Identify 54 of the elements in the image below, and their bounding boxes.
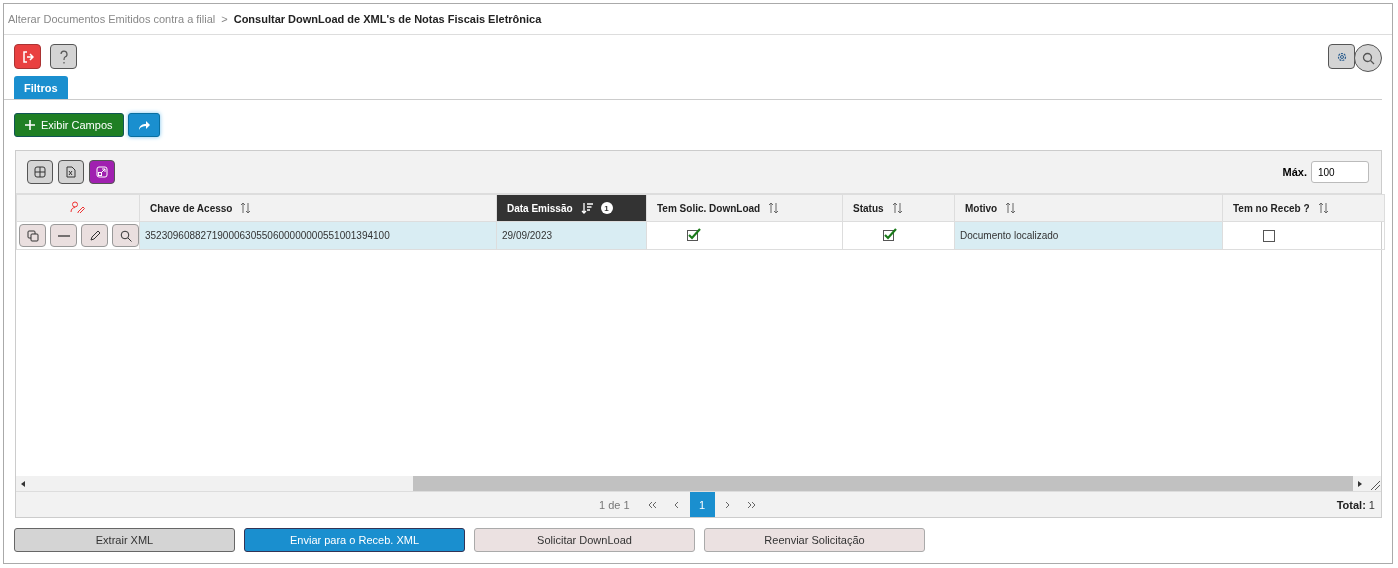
settings-button[interactable] [1328,44,1355,69]
pencil-icon [88,229,101,242]
action-button[interactable]: Enviar para o Receb. XML [244,528,465,552]
horizontal-scrollbar[interactable] [16,476,1381,491]
help-button[interactable] [50,44,77,69]
show-fields-button[interactable]: Exibir Campos [14,113,124,137]
total-count: Total: 1 [1336,498,1375,511]
copy-icon [26,229,39,242]
view-button[interactable] [112,224,139,247]
column-header[interactable]: Data Emissão [507,202,573,214]
first-page-icon [647,499,658,510]
checked-checkbox[interactable] [687,228,701,241]
page-info: 1 de 1 [599,498,630,511]
plus-icon [25,120,35,130]
checked-checkbox[interactable] [883,228,897,241]
scrollbar-thumb[interactable] [413,476,1353,491]
search-button[interactable] [1354,44,1382,72]
checkbox[interactable] [1263,229,1275,242]
spreadsheet-file-icon [66,166,76,178]
action-button[interactable]: Extrair XML [14,528,235,552]
page-title: Consultar DownLoad de XML's de Notas Fiscais Eletrônica [233,13,542,25]
tab[interactable]: Filtros [14,76,68,99]
edit-button[interactable] [81,224,108,247]
last-page-icon [747,499,758,510]
column-header[interactable]: Status [853,202,884,214]
remove-button[interactable] [50,224,77,247]
breadcrumb-separator: > [221,13,228,25]
max-label: Máx. [1282,166,1307,178]
question-icon [58,49,69,64]
table-cell: Documento localizado [954,221,1223,250]
grid-button[interactable] [27,160,53,184]
table-cell: 29/09/2023 [496,221,647,250]
excel-button[interactable] [58,160,84,184]
column-header[interactable]: Chave de Acesso [150,202,233,214]
expand-icon [96,166,108,178]
action-button[interactable]: Reenviar Solicitação [704,528,925,552]
action-button[interactable]: Solicitar DownLoad [474,528,695,552]
settings-icon [1335,50,1348,63]
search-icon [1361,51,1375,65]
share-button[interactable] [127,113,160,137]
expand-button[interactable] [89,160,115,184]
copy-button[interactable] [19,224,46,247]
page-button[interactable]: 1 [689,492,715,517]
table-cell: 35230960882719000630550600000000551001394100 [139,221,497,250]
max-input-field[interactable]: 100 [1311,161,1369,183]
sort-order-badge: 1 [600,202,613,214]
column-header[interactable]: Motivo [965,202,998,214]
user-edit-icon [70,201,86,213]
search-icon [119,229,132,242]
exit-button[interactable] [14,44,41,69]
grid-icon [34,166,46,178]
share-arrow-icon [137,120,150,130]
breadcrumb-link[interactable]: Alterar Documentos Emitidos contra a filial [8,13,216,25]
exit-icon [21,50,34,63]
